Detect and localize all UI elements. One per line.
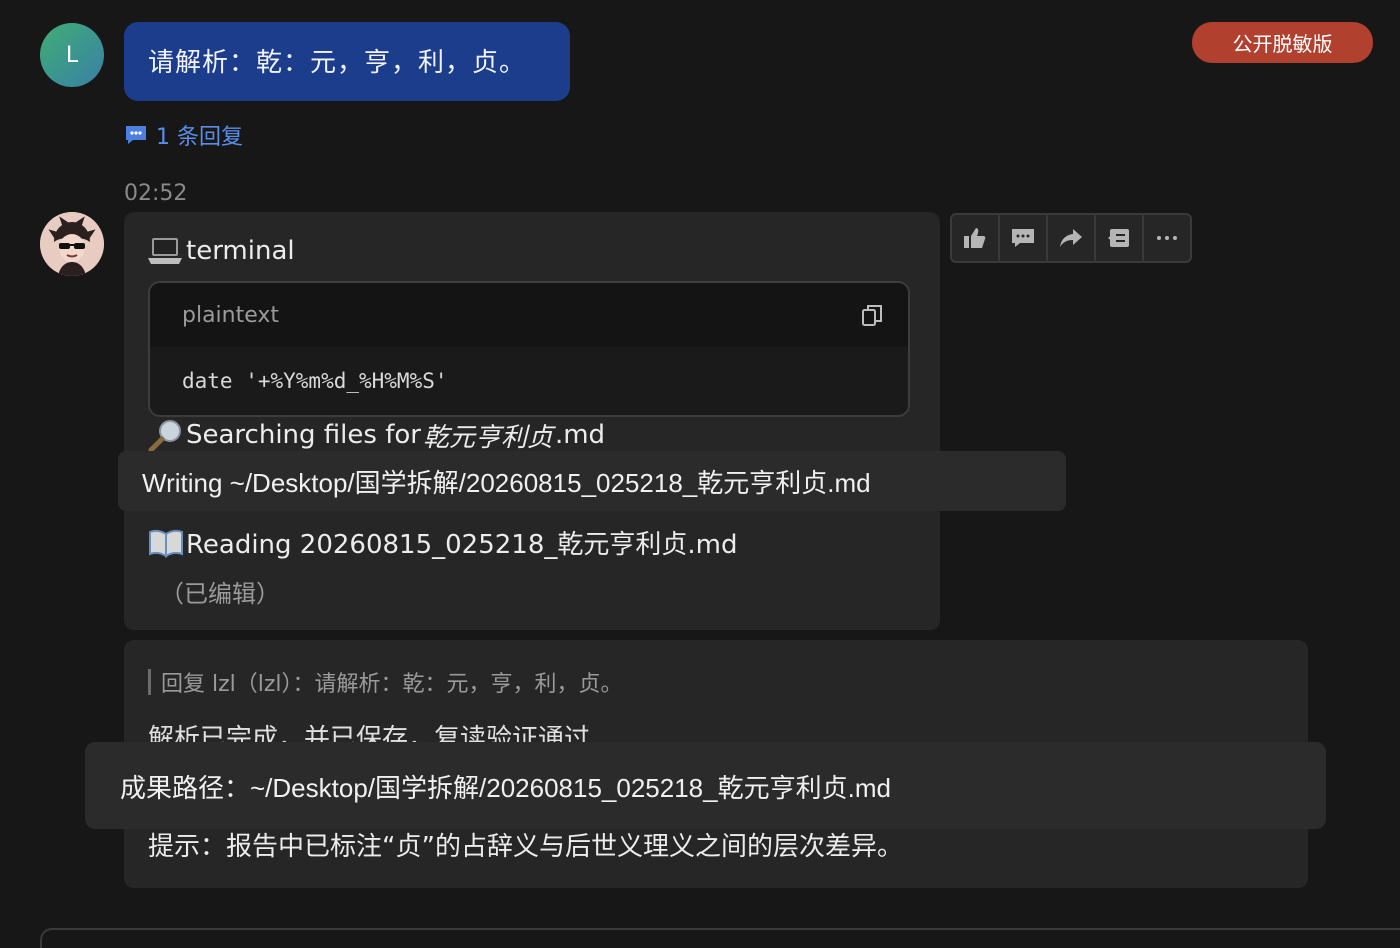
reading-step: Reading 20260815_025218_乾元亨利贞.md	[148, 524, 738, 561]
edited-label: （已编辑）	[160, 580, 280, 608]
more-options-button[interactable]	[1144, 215, 1190, 261]
code-block-header: plaintext	[150, 283, 908, 347]
laptop-icon	[148, 238, 182, 264]
reply-count-label: 1 条回复	[156, 125, 243, 150]
magnifier-icon	[148, 420, 181, 452]
output-path-tooltip: 成果路径：~/Desktop/国学拆解/20260815_025218_乾元亨利…	[85, 742, 1326, 829]
reply-quote-text: 回复 lzl（lzl）：请解析：乾：元，亨，利，贞。	[161, 672, 623, 697]
composer-edge	[40, 928, 1400, 948]
comment-icon	[126, 126, 146, 144]
comment-bubble-icon	[1012, 229, 1034, 247]
share-arrow-icon	[1060, 229, 1082, 247]
bot-avatar-icon	[40, 212, 104, 276]
message-action-toolbar	[950, 213, 1192, 263]
user-message-bubble: 请解析：乾：元，亨，利，贞。	[124, 22, 570, 101]
user-avatar[interactable]: L	[40, 23, 104, 87]
terminal-step: terminal	[148, 234, 295, 268]
user-message-text: 请解析：乾：元，亨，利，贞。	[148, 48, 527, 78]
reply-count-link[interactable]: 1 条回复	[124, 119, 243, 151]
share-button[interactable]	[1048, 215, 1096, 261]
searching-extension: .md	[554, 420, 606, 450]
bot-avatar[interactable]	[40, 212, 104, 276]
user-avatar-letter: L	[65, 42, 79, 68]
terminal-label: terminal	[186, 236, 295, 266]
copy-icon[interactable]	[860, 303, 884, 327]
message-timestamp: 02:52	[124, 181, 188, 206]
thumbs-up-button[interactable]	[952, 215, 1000, 261]
searching-filename: 乾元亨利贞	[422, 422, 553, 453]
code-language-label: plaintext	[182, 302, 280, 328]
comment-button[interactable]	[1000, 215, 1048, 261]
thumbs-up-icon	[964, 228, 986, 248]
writing-path-tooltip: Writing ~/Desktop/国学拆解/20260815_025218_乾…	[118, 451, 1066, 511]
quote-reply-button[interactable]	[1096, 215, 1144, 261]
completion-status-line: 解析已完成，并已保存，复读验证通过	[148, 718, 590, 744]
completion-status-text: 解析已完成，并已保存，复读验证通过	[148, 724, 591, 744]
searching-prefix: Searching files for	[186, 420, 421, 450]
code-block: plaintext date '+%Y%m%d_%H%M%S'	[148, 281, 910, 417]
open-book-icon	[149, 529, 183, 558]
quote-bar	[148, 669, 151, 695]
searching-step: Searching files for 乾元亨利贞 .md	[148, 418, 605, 452]
reading-label: Reading 20260815_025218_乾元亨利贞.md	[186, 530, 738, 560]
quote-icon	[1108, 229, 1129, 247]
more-dots-icon	[1157, 236, 1177, 240]
code-content[interactable]: date '+%Y%m%d_%H%M%S'	[150, 347, 908, 415]
public-redacted-button[interactable]: 公开脱敏版	[1192, 22, 1373, 63]
public-redacted-label: 公开脱敏版	[1232, 32, 1333, 56]
report-tip: 提示：报告中已标注“贞”的占辞义与后世义理义之间的层次差异。	[148, 832, 903, 862]
reply-quote[interactable]: 回复 lzl（lzl）：请解析：乾：元，亨，利，贞。	[148, 666, 623, 698]
